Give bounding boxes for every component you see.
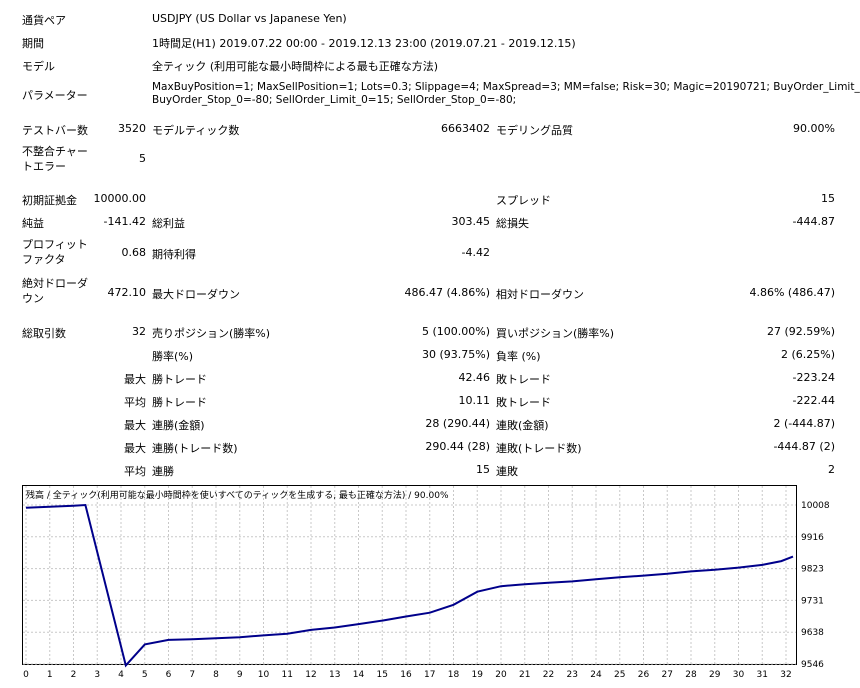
chart-x-tick-label: 23 [567,670,578,680]
chart-x-tick-label: 2 [71,670,77,680]
chart-y-tick-label: 9823 [801,565,824,575]
chart-x-tick-label: 27 [662,670,673,680]
chart-x-tick-label: 6 [166,670,172,680]
chart-y-tick-label: 10008 [801,501,830,511]
chart-x-tick-label: 29 [709,670,721,680]
chart-x-tick-label: 21 [519,670,530,680]
chart-x-tick-label: 32 [780,670,791,680]
chart-x-tick-label: 31 [757,670,768,680]
chart-x-tick-label: 11 [282,670,293,680]
chart-x-tick-label: 5 [142,670,148,680]
chart-x-tick-label: 7 [189,670,195,680]
chart-x-tick-label: 18 [448,670,460,680]
chart-x-tick-label: 10 [258,670,270,680]
chart-x-tick-label: 24 [590,670,602,680]
chart-x-tick-label: 15 [377,670,388,680]
chart-x-tick-label: 22 [543,670,554,680]
chart-y-tick-label: 9546 [801,660,824,670]
chart-y-tick-label: 9916 [801,533,824,543]
chart-x-tick-label: 4 [118,670,124,680]
balance-chart-svg: 0 1 2 3 4 5 6 7 8 9 10 11 12 13 14 15 16 17 18 19 20 21 22 23 24… [23,486,830,680]
chart-x-tick-label: 26 [638,670,650,680]
chart-x-tick-label: 1 [47,670,53,680]
chart-x-tick-label: 17 [424,670,435,680]
chart-x-tick-label: 13 [329,670,340,680]
chart-x-tick-label: 3 [94,670,100,680]
chart-x-tick-label: 8 [213,670,219,680]
chart-balance-line [25,503,794,668]
chart-y-tick-label: 9731 [801,596,824,606]
chart-x-tick-label: 12 [305,670,316,680]
chart-x-tick-label: 20 [495,670,507,680]
chart-x-tick-label: 9 [237,670,243,680]
chart-title: 残高 / 全ティック(利用可能な最小時間枠を使いすべてのティックを生成する, 最… [26,491,449,501]
chart-x-tick-label: 0 [23,670,29,680]
chart-x-tick-label: 19 [472,670,484,680]
chart-x-tick-label: 14 [353,670,365,680]
chart-x-tick-label: 28 [685,670,697,680]
chart-x-tick-label: 25 [614,670,625,680]
chart-y-tick-label: 9638 [801,628,824,638]
chart-x-tick-label: 16 [400,670,412,680]
chart-x-tick-label: 30 [733,670,745,680]
